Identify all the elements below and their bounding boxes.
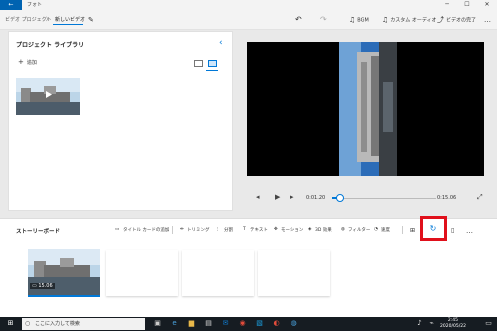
- chrome-icon[interactable]: ◉: [238, 319, 247, 328]
- preview-frame: [339, 42, 397, 176]
- back-button[interactable]: ←: [0, 0, 22, 10]
- text-button[interactable]: テキスト: [250, 227, 268, 233]
- motion-icon: ✥: [274, 227, 278, 232]
- storyboard-placeholder[interactable]: [182, 250, 254, 296]
- notification-icon[interactable]: ▭: [484, 319, 493, 328]
- breadcrumb-separator: 〉: [46, 17, 52, 23]
- minimize-button[interactable]: ─: [437, 0, 457, 10]
- breadcrumb-underline: [53, 24, 83, 25]
- close-button[interactable]: ✕: [477, 0, 497, 10]
- filter-icon: ◍: [341, 227, 345, 232]
- 3d-effects-button[interactable]: 3D 効果: [315, 227, 332, 233]
- motion-button[interactable]: モーション: [281, 227, 303, 233]
- clip-duration-value: 15.06: [38, 283, 53, 289]
- taskbar-clock[interactable]: 2:45 2020/05/22: [440, 318, 466, 329]
- clip-duration: ▭ 15.06: [30, 283, 55, 289]
- mail-icon[interactable]: ✉: [221, 319, 230, 328]
- edit-pencil-icon[interactable]: ✎: [88, 14, 94, 26]
- app-icon[interactable]: ◐: [272, 319, 281, 328]
- project-library-panel: [8, 31, 233, 211]
- 3d-effects-icon: ◈: [308, 227, 312, 232]
- volume-icon[interactable]: ♪: [415, 319, 424, 328]
- delete-icon[interactable]: ▯: [451, 227, 454, 234]
- window-titlebar: [0, 0, 497, 10]
- total-time: 0:15.06: [437, 195, 457, 201]
- speed-icon: ◔: [374, 227, 378, 232]
- more-options-icon[interactable]: …: [466, 227, 473, 235]
- maximize-button[interactable]: ☐: [457, 0, 477, 10]
- task-view-icon[interactable]: ▣: [153, 319, 162, 328]
- resize-icon[interactable]: ⊞: [410, 227, 415, 234]
- clock-date: 2020/05/22: [440, 323, 466, 329]
- store-icon[interactable]: ▤: [204, 319, 213, 328]
- next-frame-icon[interactable]: ▸: [290, 193, 294, 201]
- breadcrumb-current[interactable]: 新しいビデオ: [55, 16, 85, 23]
- clip-selected-bar: [28, 295, 100, 297]
- add-label: 追加: [26, 60, 37, 66]
- trim-icon: ⇹: [180, 227, 184, 232]
- custom-audio-button[interactable]: ♫ カスタム オーディオ: [382, 14, 437, 26]
- list-view-icon[interactable]: [208, 60, 217, 67]
- music-icon: ♫: [382, 16, 389, 24]
- current-time: 0:01.20: [306, 195, 326, 201]
- finish-video-button[interactable]: ⤴ ビデオの完了: [437, 14, 476, 26]
- bgm-label: BGM: [357, 17, 369, 24]
- fullscreen-icon[interactable]: ⤢: [477, 193, 483, 202]
- speed-button[interactable]: 速度: [381, 227, 390, 233]
- undo-icon[interactable]: ↶: [295, 14, 302, 26]
- folder-icon[interactable]: ▆: [187, 319, 196, 328]
- add-button[interactable]: + 追加: [18, 58, 37, 66]
- play-icon[interactable]: ▶: [275, 193, 280, 201]
- search-icon: ○: [25, 320, 31, 327]
- library-title: プロジェクト ライブラリ: [16, 42, 85, 49]
- view-indicator: [206, 70, 218, 71]
- breadcrumb-parent[interactable]: ビデオ プロジェクト: [5, 16, 52, 23]
- edge-icon[interactable]: e: [170, 319, 179, 328]
- plus-icon: +: [18, 58, 24, 66]
- text-icon: T: [243, 227, 246, 232]
- finish-video-label: ビデオの完了: [446, 17, 477, 24]
- bgm-button[interactable]: ♫ BGM: [349, 14, 369, 26]
- app-title: フォト: [27, 2, 43, 8]
- export-icon: ⤴: [437, 16, 444, 24]
- add-title-card-button[interactable]: タイトル カードの追加: [123, 227, 169, 233]
- app-icon[interactable]: ◍: [289, 319, 298, 328]
- search-placeholder: ここに入力して検索: [35, 321, 80, 327]
- music-icon: ♫: [349, 16, 356, 24]
- windows-icon[interactable]: ⊞: [6, 319, 15, 328]
- seek-track[interactable]: [332, 198, 436, 199]
- trim-button[interactable]: トリミング: [187, 227, 210, 233]
- more-icon[interactable]: …: [484, 14, 491, 26]
- seek-handle[interactable]: [336, 194, 344, 202]
- grid-view-icon[interactable]: [194, 60, 203, 67]
- split-icon: ⫶: [217, 228, 219, 233]
- storyboard-placeholder[interactable]: [106, 250, 178, 296]
- photos-icon[interactable]: ▧: [255, 319, 264, 328]
- toolbar-separator: [172, 226, 173, 234]
- filters-button[interactable]: フィルター: [348, 227, 370, 233]
- chevron-left-icon[interactable]: ‹: [219, 38, 223, 48]
- toolbar-separator: [402, 226, 403, 234]
- split-button[interactable]: 分割: [224, 227, 233, 233]
- storyboard-placeholder[interactable]: [258, 250, 330, 296]
- storyboard-title: ストーリーボード: [16, 229, 61, 235]
- previous-frame-icon[interactable]: ◂: [256, 193, 260, 201]
- library-video-thumbnail[interactable]: [16, 78, 80, 115]
- rotate-icon[interactable]: ↻: [426, 224, 440, 234]
- custom-audio-label: カスタム オーディオ: [390, 17, 437, 24]
- back-arrow-icon: ←: [8, 1, 14, 8]
- title-card-icon: ▭: [115, 227, 120, 232]
- network-icon[interactable]: ⌁: [427, 319, 436, 328]
- redo-icon[interactable]: ↷: [320, 14, 327, 26]
